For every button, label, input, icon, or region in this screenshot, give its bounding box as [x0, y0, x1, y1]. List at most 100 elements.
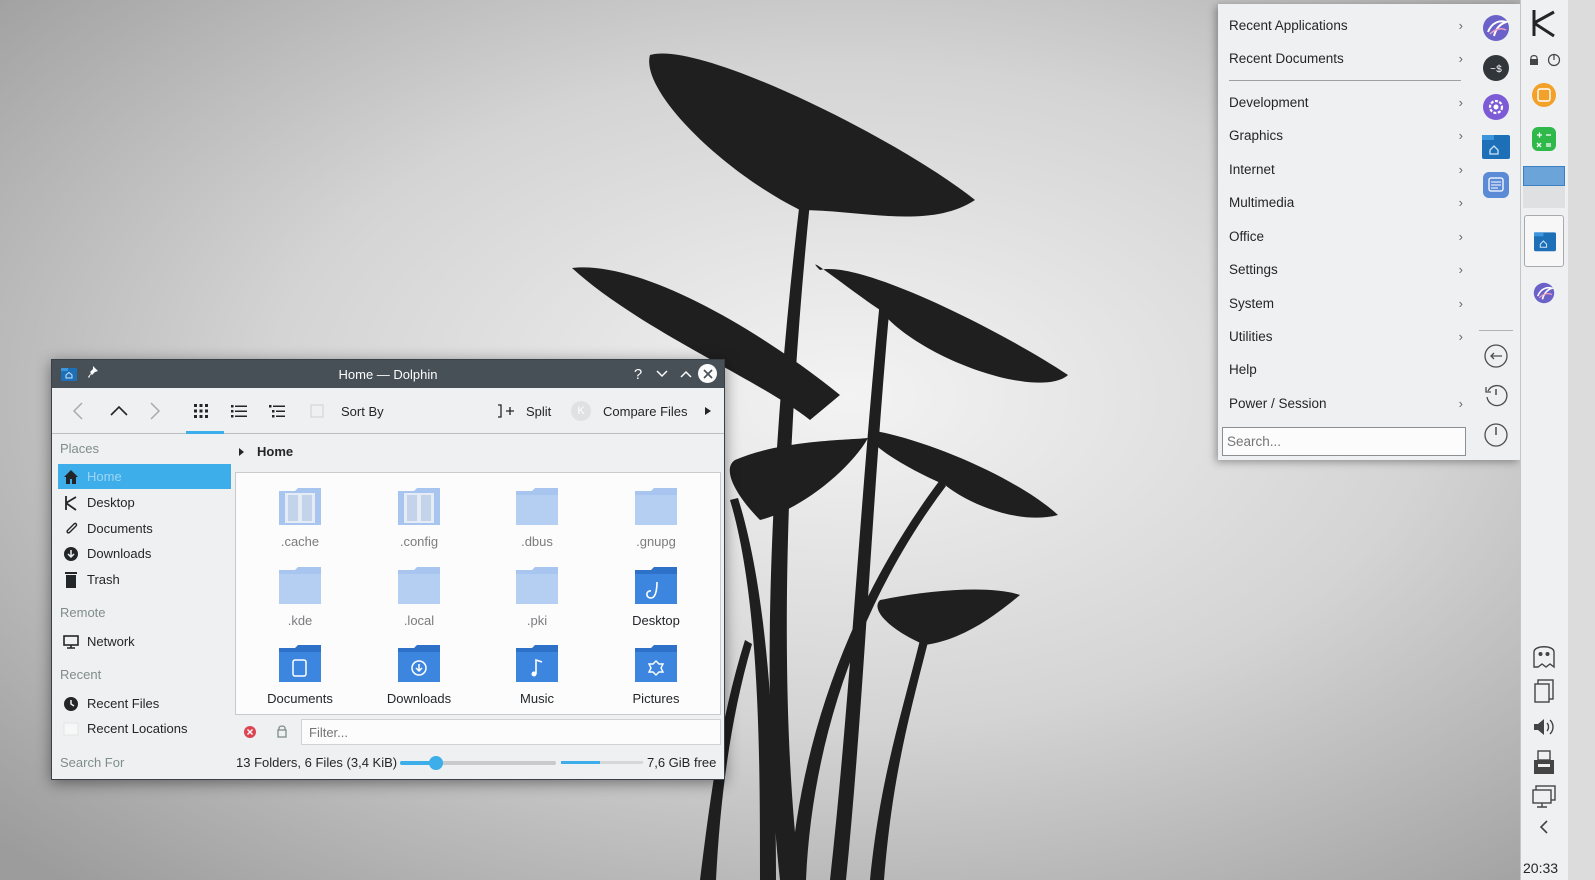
close-filter-button[interactable]: [243, 725, 257, 742]
clipboard-icon: [1534, 679, 1554, 703]
folder-item[interactable]: .dbus: [478, 485, 596, 549]
split-button[interactable]: Split: [496, 400, 551, 422]
breadcrumb-home[interactable]: Home: [257, 444, 293, 459]
folder-item[interactable]: Pictures: [597, 642, 715, 706]
place-documents[interactable]: Documents: [58, 516, 231, 541]
place-network[interactable]: Network: [58, 629, 231, 654]
taskbar-dolphin-task[interactable]: [1524, 215, 1564, 267]
folder-item[interactable]: .local: [360, 564, 478, 628]
sort-by-button[interactable]: Sort By: [341, 400, 384, 422]
zoom-slider[interactable]: [400, 756, 556, 770]
place-label: Recent Locations: [87, 721, 188, 736]
favorite-settings[interactable]: [1481, 92, 1511, 122]
menu-item-internet[interactable]: Internet ›: [1229, 154, 1463, 184]
favorite-terminal[interactable]: ~$: [1481, 53, 1511, 83]
toolbar-overflow-button[interactable]: [704, 400, 712, 422]
breadcrumb[interactable]: Home: [238, 444, 293, 459]
taskbar-notes[interactable]: [1529, 80, 1559, 110]
place-home[interactable]: Home: [58, 464, 231, 489]
menu-item-help[interactable]: Help: [1229, 354, 1463, 384]
leave-button[interactable]: [1547, 53, 1561, 70]
place-downloads[interactable]: Downloads: [58, 541, 231, 566]
folder-pictures-icon: [635, 645, 677, 682]
chevron-right-icon: ›: [1458, 395, 1463, 411]
minimize-button[interactable]: [652, 364, 672, 384]
power-icon: [1547, 53, 1561, 67]
tray-expand-button[interactable]: [1529, 812, 1559, 842]
folder-item[interactable]: Desktop: [597, 564, 715, 628]
place-recent-locations[interactable]: Recent Locations: [58, 716, 231, 741]
menu-item-development[interactable]: Development ›: [1229, 87, 1463, 117]
tray-volume[interactable]: [1529, 712, 1559, 742]
help-button[interactable]: ?: [628, 364, 648, 384]
back-button[interactable]: [72, 400, 84, 422]
filter-input[interactable]: [301, 719, 721, 745]
pager-desktop-active[interactable]: [1523, 166, 1565, 186]
taskbar-calculator[interactable]: [1529, 124, 1559, 154]
place-trash[interactable]: Trash: [58, 567, 231, 592]
forward-button[interactable]: [149, 400, 161, 422]
window-titlebar[interactable]: Home — Dolphin ?: [52, 360, 724, 388]
place-label: Home: [87, 469, 122, 484]
folder-config-icon: [398, 488, 440, 525]
close-button[interactable]: [698, 364, 717, 383]
menu-item-system[interactable]: System ›: [1229, 288, 1463, 318]
favorite-app[interactable]: [1481, 13, 1511, 43]
folder-music-icon: [516, 645, 558, 682]
details-view-button[interactable]: [230, 400, 248, 422]
usb-icon: [1534, 750, 1554, 774]
favorite-file-manager[interactable]: [1481, 131, 1511, 161]
up-button[interactable]: [110, 400, 128, 422]
taskbar-app[interactable]: [1529, 278, 1559, 308]
favorite-text-editor[interactable]: [1481, 170, 1511, 200]
menu-item-utilities[interactable]: Utilities ›: [1229, 321, 1463, 351]
place-recent-files[interactable]: Recent Files: [58, 691, 231, 716]
tray-usb[interactable]: [1529, 748, 1559, 778]
application-launcher-button[interactable]: [1529, 8, 1559, 38]
folder-item[interactable]: Documents: [241, 642, 359, 706]
place-desktop[interactable]: Desktop: [58, 490, 231, 515]
menu-item-settings[interactable]: Settings ›: [1229, 254, 1463, 284]
menu-item-recent-applications[interactable]: Recent Applications ›: [1229, 10, 1463, 40]
folder-item[interactable]: .pki: [478, 564, 596, 628]
folder-item[interactable]: Music: [478, 642, 596, 706]
restart-button[interactable]: [1481, 380, 1511, 410]
lock-filter-button[interactable]: [276, 724, 288, 741]
shutdown-button[interactable]: [1481, 420, 1511, 450]
tray-network[interactable]: [1529, 782, 1559, 812]
menu-item-office[interactable]: Office ›: [1229, 221, 1463, 251]
right-panel: 20:33: [1520, 0, 1568, 880]
compare-files-button[interactable]: K Compare Files: [571, 400, 688, 422]
launcher-search-input[interactable]: [1222, 427, 1466, 456]
split-label: Split: [526, 403, 552, 419]
icons-view-button[interactable]: [193, 400, 209, 422]
free-space-text: 7,6 GiB free: [647, 755, 717, 770]
menu-item-multimedia[interactable]: Multimedia ›: [1229, 187, 1463, 217]
menu-item-graphics[interactable]: Graphics ›: [1229, 120, 1463, 150]
folder-item[interactable]: Downloads: [360, 642, 478, 706]
logout-button[interactable]: [1481, 341, 1511, 371]
folder-item[interactable]: .gnupg: [597, 485, 715, 549]
maximize-button[interactable]: [676, 364, 696, 384]
favorites-separator: [1479, 330, 1513, 331]
places-panel: Places Home Desktop Documents Downloads: [52, 435, 232, 780]
virtual-desktop-pager[interactable]: [1523, 166, 1565, 208]
zoom-slider-handle[interactable]: [428, 756, 443, 770]
menu-item-label: Recent Documents: [1229, 50, 1344, 66]
tree-view-button[interactable]: [268, 400, 286, 422]
folder-item[interactable]: .cache: [241, 485, 359, 549]
screen-edge: [1568, 0, 1595, 880]
file-view[interactable]: .cache .config .dbus .gnupg .kde .local …: [235, 472, 721, 715]
chevron-right-icon: ›: [1458, 328, 1463, 344]
folder-item[interactable]: .kde: [241, 564, 359, 628]
place-label: Documents: [87, 521, 153, 536]
lock-screen-button[interactable]: [1528, 54, 1540, 69]
tray-clipboard[interactable]: [1529, 676, 1559, 706]
folder-icon: [516, 488, 558, 525]
menu-item-recent-documents[interactable]: Recent Documents ›: [1229, 43, 1463, 73]
network-icon: [62, 633, 80, 651]
folder-item[interactable]: .config: [360, 485, 478, 549]
tray-kdeconnect[interactable]: [1529, 640, 1559, 670]
digital-clock[interactable]: 20:33: [1523, 860, 1558, 876]
menu-item-power-session[interactable]: Power / Session ›: [1229, 388, 1463, 418]
